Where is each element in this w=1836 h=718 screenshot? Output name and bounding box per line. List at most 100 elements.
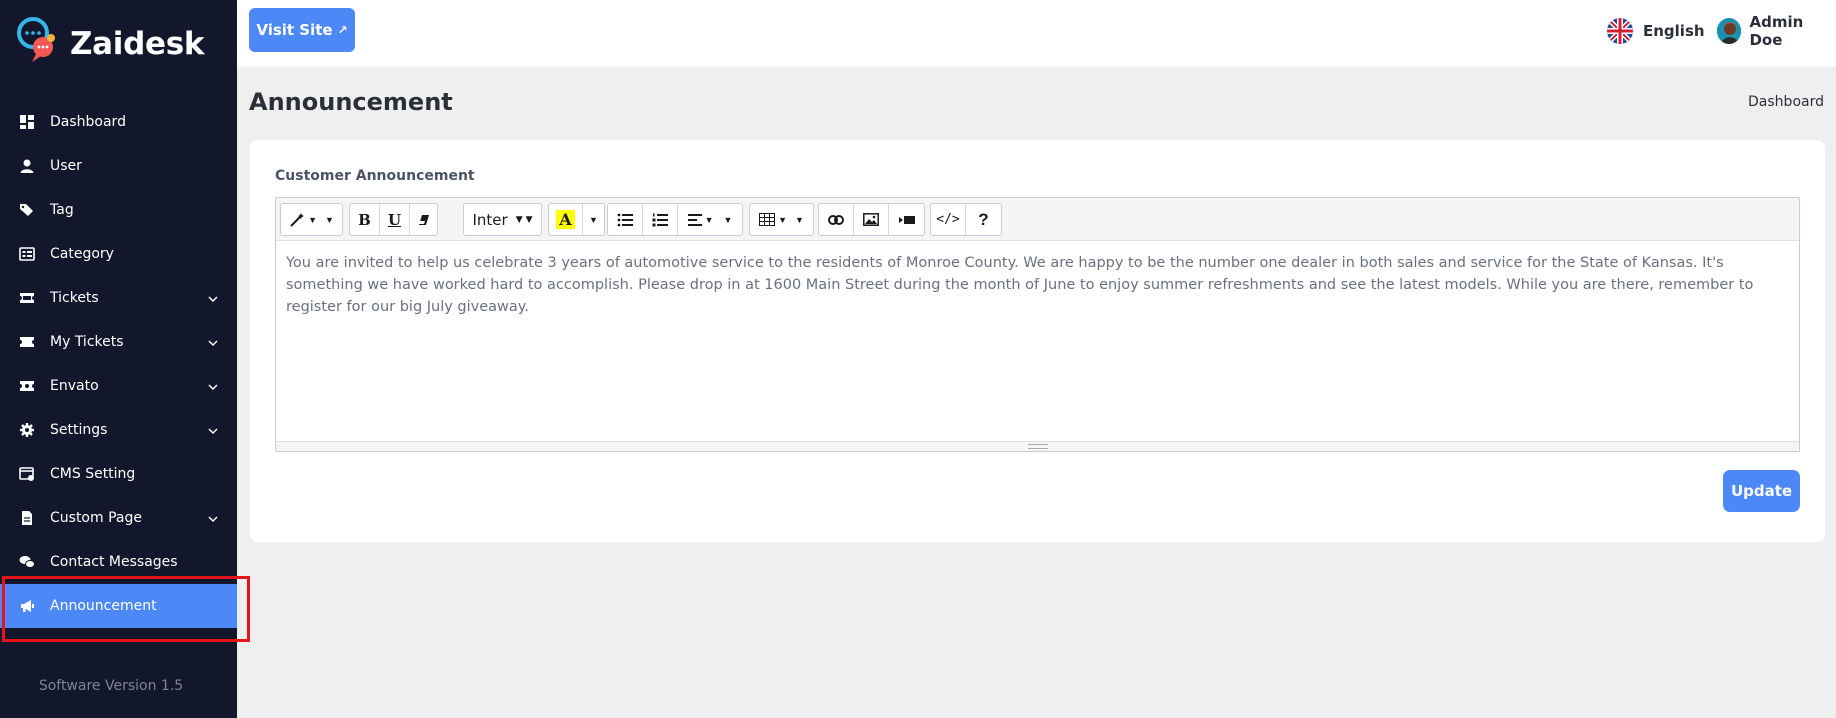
caret-down-icon: ▼ [525, 214, 533, 225]
rich-text-editor[interactable]: ▼ ▼ B U Inter ▼ ▼ A ▼ ▼ ▼ ▼ ▼ </> ? You … [275, 197, 1800, 452]
user-icon [19, 158, 35, 174]
chat-icon [19, 554, 35, 570]
caret-down-icon: ▼ [308, 214, 317, 225]
caret-down-icon: ▼ [723, 214, 733, 225]
sidebar-item-label: Tag [50, 202, 74, 218]
sidebar-item-tag[interactable]: Tag [0, 188, 237, 232]
numbered-list-icon [652, 213, 668, 227]
sidebar-item-label: Announcement [50, 598, 157, 614]
external-arrow-icon: ↗ [337, 23, 348, 37]
magic-wand-icon [289, 212, 305, 228]
toolbar-group-style: ▼ ▼ [280, 203, 343, 236]
language-label: English [1643, 22, 1705, 40]
software-version: Software Version 1.5 [38, 678, 184, 694]
sidebar-item-custom-page[interactable]: Custom Page [0, 496, 237, 540]
chevron-down-icon [207, 292, 219, 304]
breadcrumb[interactable]: Dashboard [1748, 94, 1824, 110]
editor-resize-handle[interactable] [276, 441, 1799, 451]
sidebar-item-label: Dashboard [50, 114, 126, 130]
insert-video-button[interactable] [889, 204, 924, 235]
table-dropdown[interactable]: ▼ ▼ [750, 204, 813, 235]
toolbar-group-font: Inter ▼ ▼ [463, 203, 542, 236]
caret-down-icon: ▼ [325, 214, 334, 225]
update-button[interactable]: Update [1723, 470, 1800, 512]
sidebar-item-tickets[interactable]: Tickets [0, 276, 237, 320]
font-family-value: Inter [472, 210, 508, 229]
sidebar-item-label: Settings [50, 422, 108, 438]
chevron-down-icon [207, 424, 219, 436]
style-dropdown[interactable]: ▼ ▼ [281, 204, 342, 235]
toolbar-group-insert [818, 203, 925, 236]
insert-image-button[interactable] [854, 204, 889, 235]
highlight-letter: A [556, 210, 575, 229]
ticket-icon [19, 290, 35, 306]
clear-format-button[interactable] [410, 204, 437, 235]
tags-icon [19, 202, 35, 218]
chevron-down-icon [207, 336, 219, 348]
sidebar-item-label: User [50, 158, 82, 174]
sidebar-item-user[interactable]: User [0, 144, 237, 188]
code-view-button[interactable]: </> [931, 204, 966, 235]
page-title: Announcement [249, 88, 453, 116]
brand[interactable]: Zaidesk [16, 16, 205, 73]
sidebar-item-category[interactable]: Category [0, 232, 237, 276]
sidebar-item-label: Envato [50, 378, 99, 394]
color-dropdown[interactable]: ▼ [583, 204, 604, 235]
sidebar-item-settings[interactable]: Settings [0, 408, 237, 452]
resize-grip-icon [1027, 444, 1048, 449]
announcement-card: Customer Announcement ▼ ▼ B U Inter ▼ ▼ … [250, 140, 1825, 542]
eraser-icon [417, 213, 431, 227]
language-selector[interactable]: English [1607, 18, 1705, 44]
underline-button[interactable]: U [380, 204, 410, 235]
ordered-list-button[interactable] [643, 204, 678, 235]
sidebar-item-my-tickets[interactable]: My Tickets [0, 320, 237, 364]
caret-down-icon: ▼ [778, 214, 787, 225]
editor-content[interactable]: You are invited to help us celebrate 3 y… [286, 252, 1789, 318]
toolbar-group-view: </> ? [930, 203, 1002, 236]
caret-down-icon: ▼ [515, 214, 523, 225]
caret-down-icon: ▼ [795, 214, 804, 225]
highlight-color-button[interactable]: A [549, 204, 583, 235]
field-label: Customer Announcement [275, 168, 475, 184]
chevron-down-icon [207, 380, 219, 392]
image-icon [863, 213, 879, 226]
toolbar-group-table: ▼ ▼ [749, 203, 814, 236]
sidebar-item-announcement[interactable]: Announcement [0, 584, 237, 628]
user-name: Admin Doe [1749, 13, 1804, 49]
unordered-list-button[interactable] [608, 204, 643, 235]
chat-bubbles-logo-icon [16, 16, 56, 73]
sidebar-item-cms-setting[interactable]: CMS Setting [0, 452, 237, 496]
bullet-list-icon [617, 213, 633, 227]
category-icon [19, 246, 35, 262]
brand-name: Zaidesk [70, 26, 205, 62]
dashboard-icon [19, 114, 35, 130]
uk-flag-icon [1607, 18, 1633, 44]
toolbar-group-paragraph: ▼ ▼ [607, 203, 743, 236]
sidebar-item-label: Custom Page [50, 510, 142, 526]
sidebar-item-contact-messages[interactable]: Contact Messages [0, 540, 237, 584]
paragraph-align-dropdown[interactable]: ▼ ▼ [678, 204, 742, 235]
sidebar-item-label: Category [50, 246, 114, 262]
sidebar-item-envato[interactable]: Envato [0, 364, 237, 408]
sidebar-item-label: Tickets [50, 290, 99, 306]
user-menu[interactable]: Admin Doe [1717, 13, 1836, 49]
gear-icon [19, 422, 35, 438]
sidebar-item-label: CMS Setting [50, 466, 136, 482]
envato-ticket-icon [19, 378, 35, 394]
ticket-icon [19, 334, 35, 350]
visit-site-label: Visit Site [256, 21, 333, 39]
sidebar: Zaidesk Dashboard User Tag Category Tick… [0, 0, 237, 718]
topbar: Visit Site ↗ English Admin Doe [237, 0, 1836, 67]
insert-link-button[interactable] [819, 204, 854, 235]
sidebar-item-label: My Tickets [50, 334, 124, 350]
bold-button[interactable]: B [350, 204, 380, 235]
help-button[interactable]: ? [966, 204, 1001, 235]
font-family-dropdown[interactable]: Inter ▼ ▼ [464, 204, 541, 235]
caret-down-icon: ▼ [589, 214, 598, 225]
megaphone-icon [19, 598, 35, 614]
visit-site-button[interactable]: Visit Site ↗ [249, 8, 355, 52]
sidebar-item-dashboard[interactable]: Dashboard [0, 100, 237, 144]
file-icon [19, 510, 35, 526]
sidebar-item-label: Contact Messages [50, 554, 178, 570]
align-left-icon [687, 213, 702, 226]
